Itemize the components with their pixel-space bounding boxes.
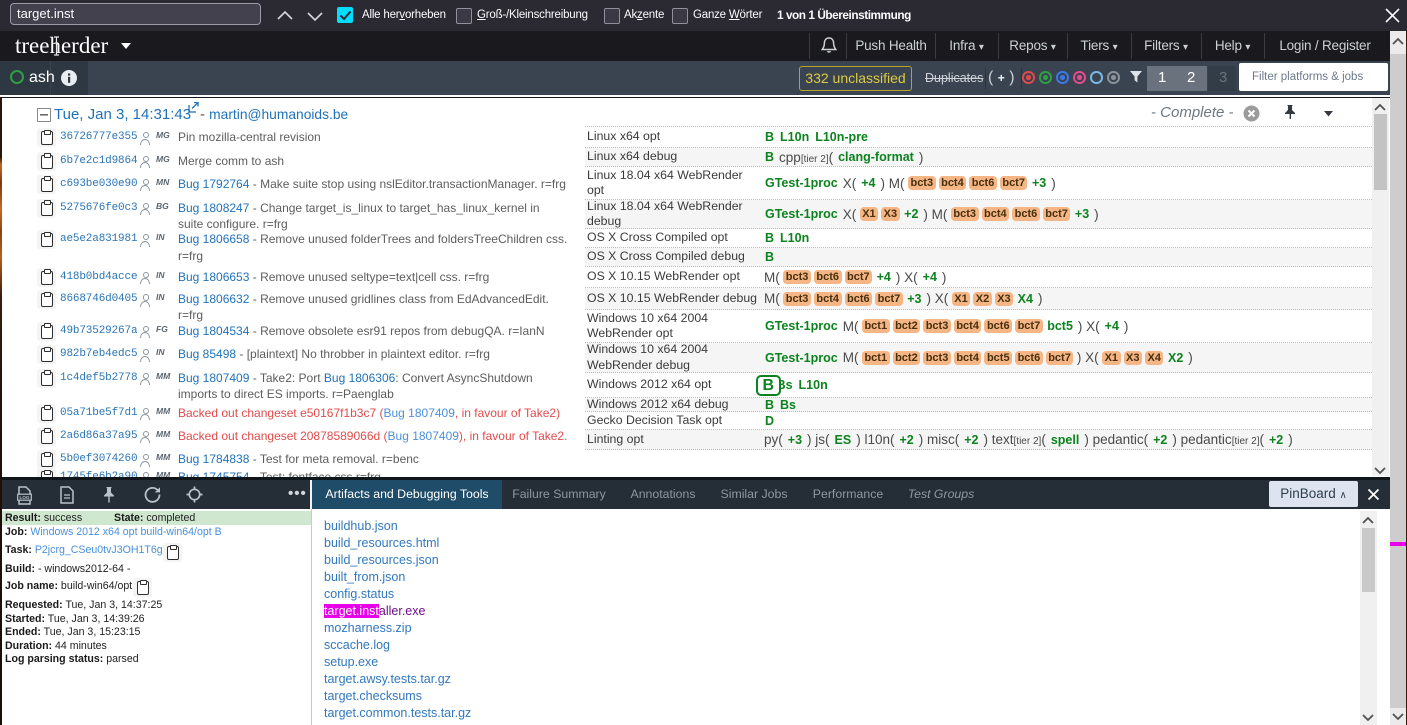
svg-text:LOG: LOG bbox=[20, 495, 30, 500]
